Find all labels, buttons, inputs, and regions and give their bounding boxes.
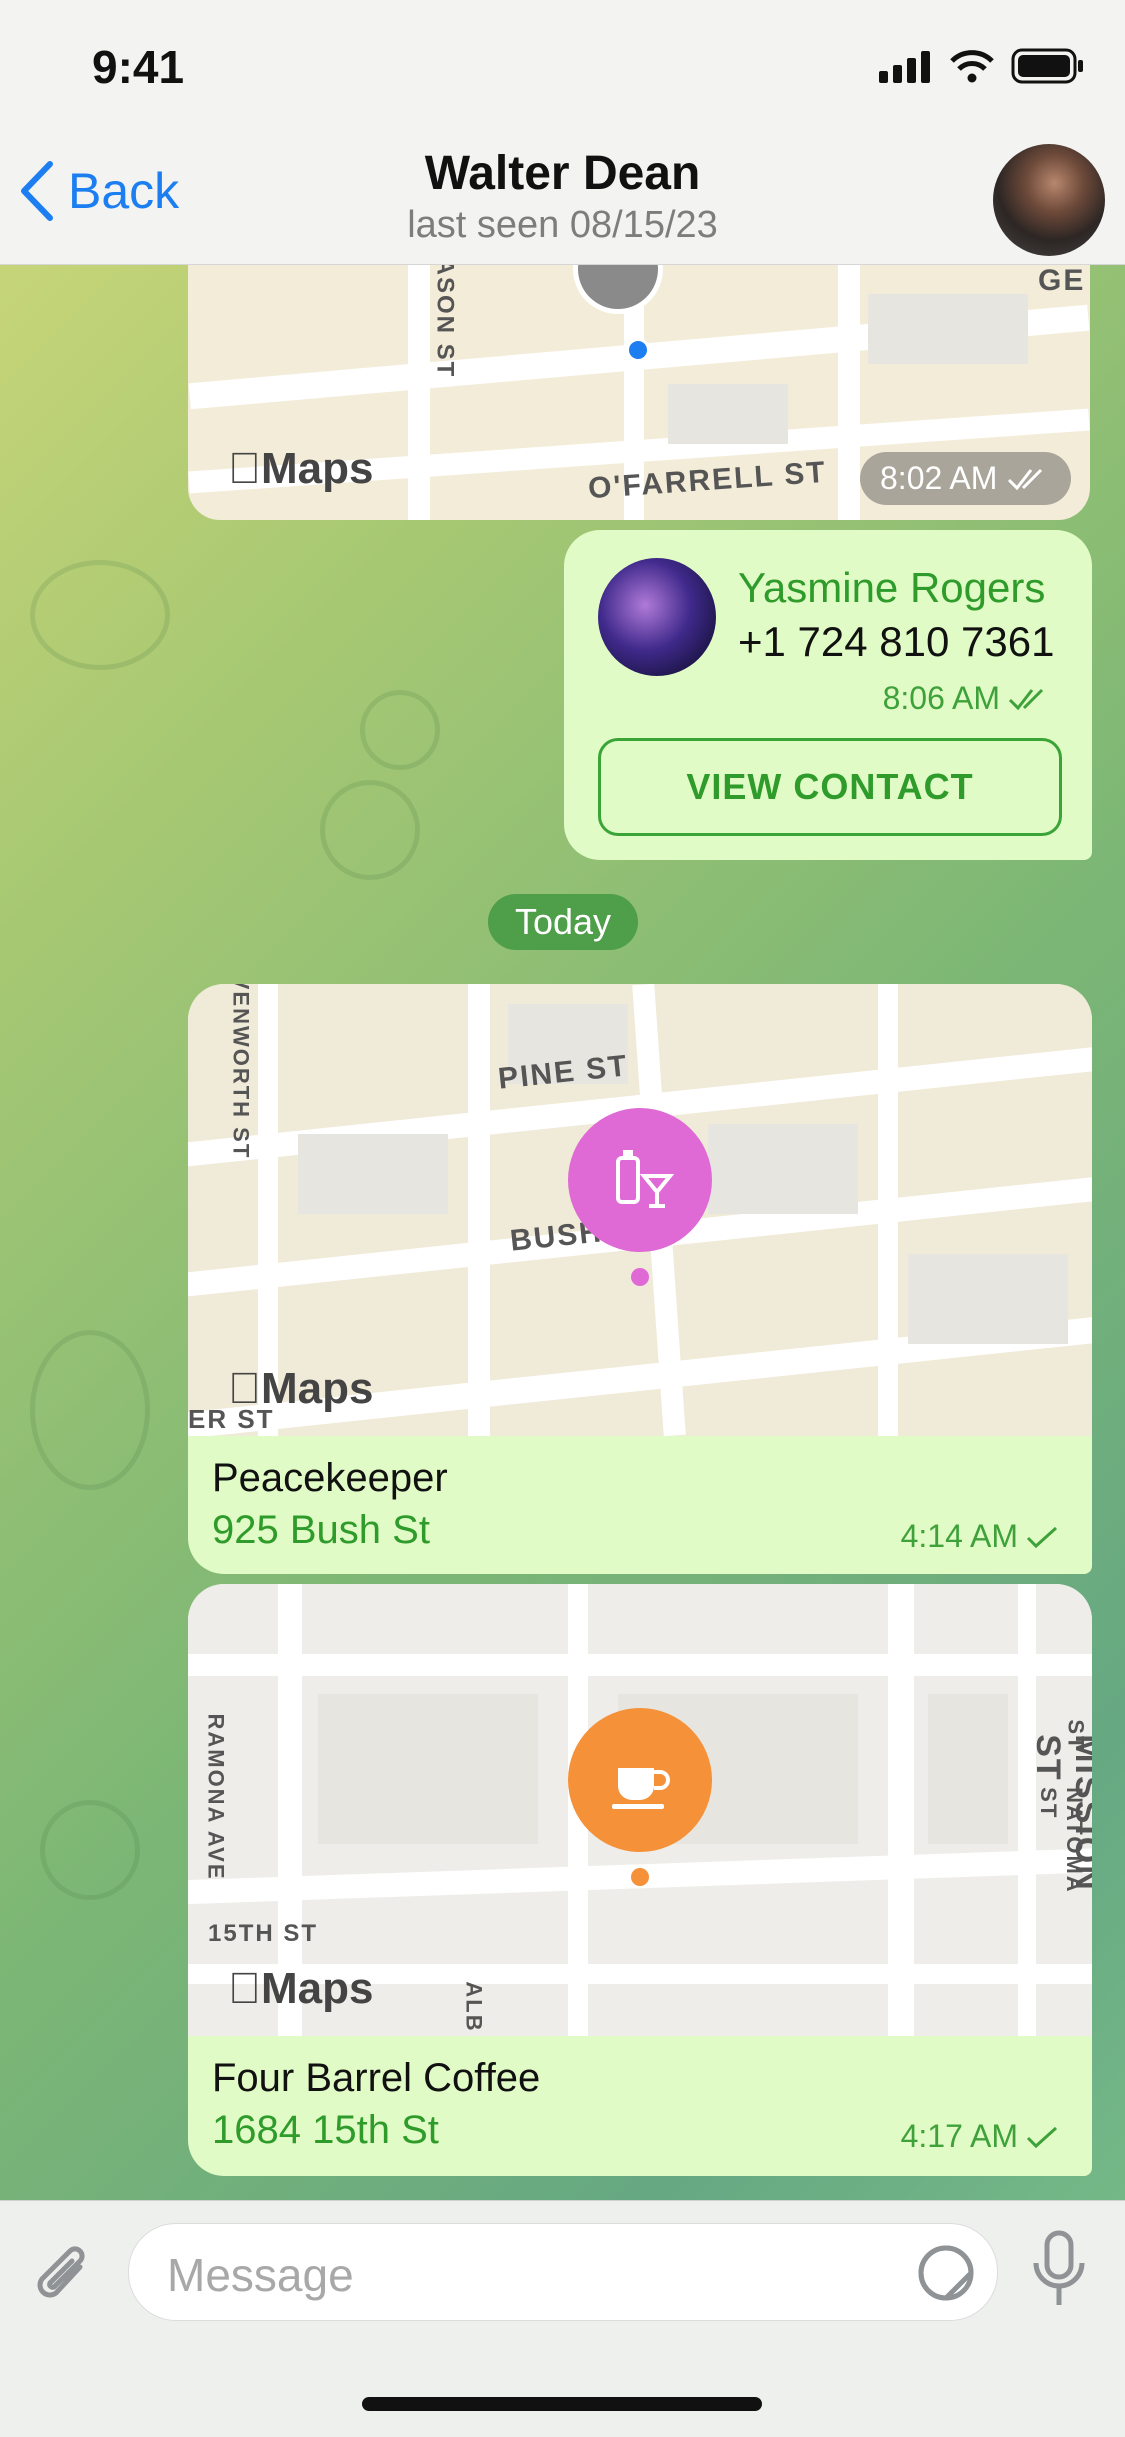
- date-divider: Today: [488, 894, 638, 950]
- message-timestamp: 4:17 AM: [901, 2118, 1060, 2155]
- doodle-cookie: [360, 690, 440, 770]
- message-input[interactable]: Message: [128, 2223, 998, 2321]
- location-dot: [626, 338, 650, 362]
- apple-maps-logo: Maps: [228, 1364, 373, 1414]
- street-label: ASON ST: [431, 264, 459, 379]
- coffee-pin: [568, 1708, 712, 1852]
- contact-phone: +1 724 810 7361: [738, 618, 1055, 665]
- apple-maps-logo: Maps: [228, 444, 373, 494]
- street-label: GE: [1038, 264, 1086, 297]
- venue-address: 925 Bush St: [212, 1508, 430, 1552]
- venue-message-1[interactable]: PINE ST BUSH VENWORTH ST ER ST Maps Pea…: [188, 984, 1092, 1574]
- view-contact-button[interactable]: VIEW CONTACT: [598, 738, 1062, 836]
- venue-name: Peacekeeper: [212, 1456, 448, 1500]
- message-timestamp: 8:02 AM: [860, 452, 1072, 505]
- venue-message-2[interactable]: MISSION ST MINNA ST NATOMA ST RAMONA AVE…: [188, 1584, 1092, 2176]
- navigation-header: 9:41 Back Walter Dean last seen 08/15/23: [0, 0, 1125, 265]
- venue-map-1[interactable]: PINE ST BUSH VENWORTH ST ER ST Maps: [188, 984, 1092, 1436]
- double-check-icon: [1008, 468, 1043, 490]
- venue-dot: [631, 1268, 649, 1286]
- street-label: NATOMA ST: [1035, 1787, 1087, 1893]
- venue-address: 1684 15th St: [212, 2108, 439, 2152]
- doodle-ball: [40, 1800, 140, 1900]
- apple-icon: : [228, 1364, 261, 1414]
- doodle-burger: [320, 780, 420, 880]
- profile-avatar[interactable]: [993, 144, 1105, 256]
- street-label: VENWORTH ST: [228, 984, 254, 1160]
- check-icon: [1026, 2126, 1058, 2148]
- doodle-dino: [30, 1330, 150, 1490]
- message-timestamp: 8:06 AM: [883, 680, 1052, 717]
- street-label: 15TH ST: [208, 1920, 319, 1947]
- contact-name: Yasmine Rogers: [738, 564, 1046, 611]
- battery-icon: [1011, 48, 1083, 84]
- attachment-paperclip-icon[interactable]: [34, 2241, 94, 2311]
- cocktail-pin: [568, 1108, 712, 1252]
- cocktail-icon: [616, 1150, 675, 1208]
- message-placeholder: Message: [167, 2249, 354, 2301]
- coffee-cup-icon: [612, 1768, 670, 1809]
- status-icons: [879, 48, 1085, 84]
- apple-icon: : [228, 1964, 261, 2014]
- message-timestamp: 4:14 AM: [901, 1518, 1060, 1555]
- last-seen-status: last seen 08/15/23: [407, 204, 718, 246]
- contact-message: Yasmine Rogers +1 724 810 7361 8:06 AM V…: [564, 530, 1092, 860]
- home-indicator: [362, 2397, 762, 2411]
- status-time: 9:41: [92, 41, 185, 93]
- sticker-icon[interactable]: [917, 2244, 975, 2302]
- microphone-icon[interactable]: [1030, 2229, 1088, 2313]
- doodle-cat: [30, 560, 170, 670]
- check-icon: [1026, 1526, 1058, 1548]
- message-composer: Message: [0, 2200, 1125, 2437]
- apple-maps-logo: Maps: [228, 1964, 373, 2014]
- street-label: RAMONA AVE: [203, 1713, 229, 1881]
- wifi-icon: [950, 50, 994, 83]
- street-label: ALB: [461, 1981, 487, 2033]
- apple-icon: : [228, 444, 261, 494]
- chat-title[interactable]: Walter Dean: [0, 146, 1125, 201]
- contact-avatar: [598, 558, 716, 676]
- venue-name: Four Barrel Coffee: [212, 2056, 541, 2100]
- double-check-icon: [1008, 688, 1044, 710]
- location-map-1[interactable]: O'FARRELL ST ASON ST GE Maps 8:02 AM: [188, 264, 1090, 520]
- venue-map-2[interactable]: MISSION ST MINNA ST NATOMA ST RAMONA AVE…: [188, 1584, 1092, 2036]
- venue-dot: [631, 1868, 649, 1886]
- user-location-avatar: [573, 264, 663, 314]
- cellular-signal-icon: [879, 51, 930, 83]
